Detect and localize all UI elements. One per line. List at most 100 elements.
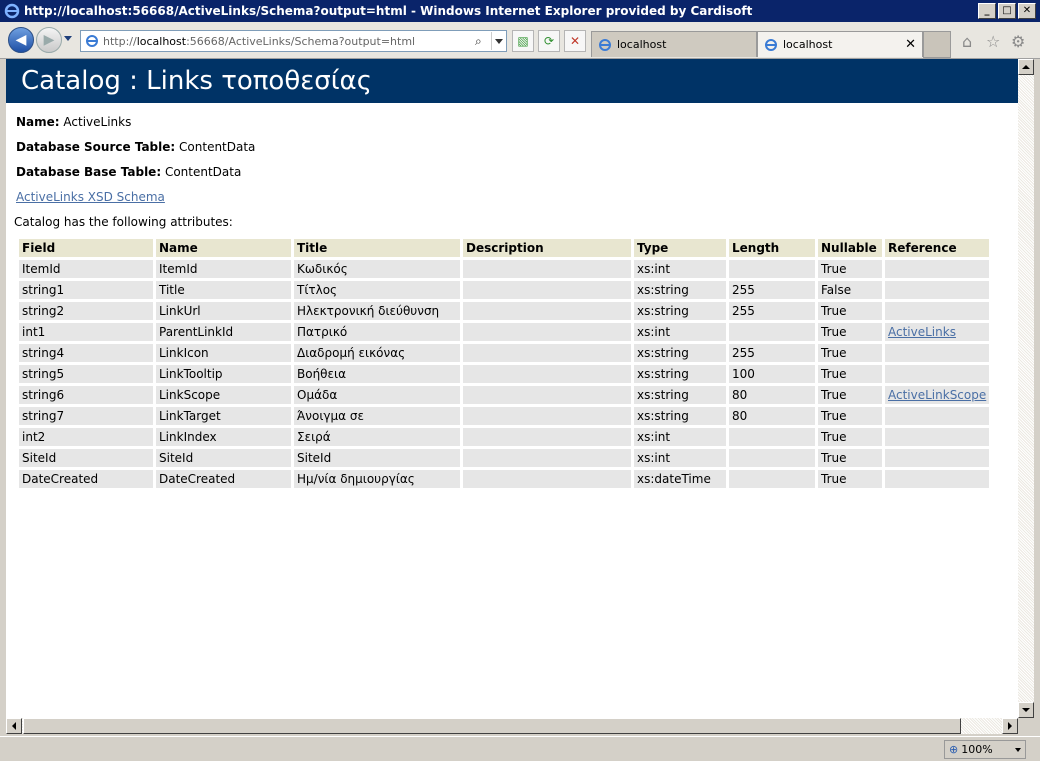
cell-field: string2: [19, 302, 153, 320]
horizontal-scroll-thumb[interactable]: [23, 718, 961, 734]
cell-type: xs:dateTime: [634, 470, 726, 488]
header-length: Length: [729, 239, 815, 257]
cell-type: xs:string: [634, 365, 726, 383]
refresh-button[interactable]: ⟳: [538, 30, 560, 52]
name-label: Name:: [16, 115, 60, 129]
page-content: Name: ActiveLinks Database Source Table:…: [6, 115, 1018, 491]
home-icon[interactable]: ⌂: [962, 32, 972, 51]
cell-nullable: False: [818, 281, 882, 299]
arrow-down-icon: [1022, 708, 1030, 712]
table-row: string6 LinkScope Ομάδα xs:string 80 Tru…: [19, 386, 990, 404]
cell-name: ItemId: [156, 260, 291, 278]
cell-nullable: True: [818, 407, 882, 425]
cell-title: Σειρά: [294, 428, 460, 446]
favorites-star-icon[interactable]: ☆: [986, 32, 1000, 51]
page-header: Catalog : Links τοποθεσίας: [6, 59, 1018, 103]
horizontal-scrollbar[interactable]: [6, 718, 1018, 734]
header-name: Name: [156, 239, 291, 257]
back-arrow-icon: ◀: [15, 32, 27, 48]
cell-length: 80: [729, 407, 815, 425]
table-row: string5 LinkTooltip Βοήθεια xs:string 10…: [19, 365, 990, 383]
table-row: DateCreated DateCreated Ημ/νία δημιουργί…: [19, 470, 990, 488]
cell-name: LinkIndex: [156, 428, 291, 446]
cell-title: Ηλεκτρονική διεύθυνση: [294, 302, 460, 320]
zoom-magnifier-icon: ⊕: [949, 743, 959, 756]
cell-reference: [885, 344, 990, 362]
address-url[interactable]: http://localhost:56668/ActiveLinks/Schem…: [103, 35, 475, 48]
zoom-control[interactable]: ⊕ 100%: [944, 740, 1026, 759]
attributes-table: Field Name Title Description Type Length…: [16, 236, 992, 491]
scroll-up-button[interactable]: [1018, 59, 1034, 75]
header-title: Title: [294, 239, 460, 257]
compatibility-icon: ▧: [517, 34, 529, 48]
maximize-button[interactable]: □: [998, 3, 1016, 19]
reference-link[interactable]: ActiveLinks: [888, 325, 956, 339]
page-icon: [86, 35, 98, 47]
scroll-down-button[interactable]: [1018, 702, 1034, 718]
tab-localhost-1[interactable]: localhost: [591, 31, 757, 57]
status-bar: ⊕ 100%: [0, 736, 1040, 761]
table-row: ItemId ItemId Κωδικός xs:int True: [19, 260, 990, 278]
tab-label: localhost: [617, 38, 667, 51]
close-tab-icon[interactable]: ✕: [905, 37, 916, 52]
compatibility-view-button[interactable]: ▧: [512, 30, 534, 52]
cell-field: int2: [19, 428, 153, 446]
tools-gear-icon[interactable]: ⚙: [1011, 32, 1025, 51]
cell-type: xs:string: [634, 386, 726, 404]
cell-reference: [885, 407, 990, 425]
base-table-property: Database Base Table: ContentData: [16, 165, 1018, 179]
scroll-right-button[interactable]: [1002, 718, 1018, 734]
arrow-up-icon: [1022, 65, 1030, 69]
table-row: string7 LinkTarget Άνοιγμα σε xs:string …: [19, 407, 990, 425]
scroll-left-button[interactable]: [6, 718, 22, 734]
history-dropdown-icon[interactable]: [64, 36, 72, 41]
close-window-button[interactable]: ✕: [1018, 3, 1036, 19]
attributes-intro: Catalog has the following attributes:: [14, 215, 233, 229]
forward-button[interactable]: ▶: [36, 27, 62, 53]
cell-field: string1: [19, 281, 153, 299]
cell-field: DateCreated: [19, 470, 153, 488]
tab-localhost-2[interactable]: localhost ✕: [757, 31, 923, 57]
cell-nullable: True: [818, 428, 882, 446]
cell-name: SiteId: [156, 449, 291, 467]
new-tab-button[interactable]: [923, 31, 951, 58]
zoom-dropdown-icon[interactable]: [1015, 747, 1021, 752]
xsd-schema-link[interactable]: ActiveLinks XSD Schema: [16, 191, 1018, 203]
cell-field: string5: [19, 365, 153, 383]
search-icon[interactable]: ⌕: [475, 34, 489, 49]
address-bar[interactable]: http://localhost:56668/ActiveLinks/Schem…: [80, 30, 507, 52]
cell-description: [463, 302, 631, 320]
cell-nullable: True: [818, 260, 882, 278]
cell-title: Διαδρομή εικόνας: [294, 344, 460, 362]
stop-button[interactable]: ✕: [564, 30, 586, 52]
table-row: string2 LinkUrl Ηλεκτρονική διεύθυνση xs…: [19, 302, 990, 320]
source-table-property: Database Source Table: ContentData: [16, 141, 1018, 153]
cell-reference: ActiveLinkScope: [885, 386, 990, 404]
cell-length: [729, 449, 815, 467]
cell-nullable: True: [818, 344, 882, 362]
ie-tab-icon: [599, 38, 611, 51]
table-header-row: Field Name Title Description Type Length…: [19, 239, 990, 257]
cell-title: Πατρικό: [294, 323, 460, 341]
reference-link[interactable]: ActiveLinkScope: [888, 388, 986, 402]
ie-tab-icon: [765, 38, 777, 51]
cell-field: SiteId: [19, 449, 153, 467]
cell-length: [729, 470, 815, 488]
back-button[interactable]: ◀: [8, 27, 34, 53]
cell-description: [463, 323, 631, 341]
stop-icon: ✕: [569, 34, 581, 48]
cell-description: [463, 428, 631, 446]
cell-title: Ημ/νία δημιουργίας: [294, 470, 460, 488]
cell-name: LinkIcon: [156, 344, 291, 362]
base-table-value: ContentData: [164, 165, 242, 179]
cell-length: 255: [729, 281, 815, 299]
cell-description: [463, 260, 631, 278]
address-dropdown[interactable]: [491, 32, 506, 50]
cell-name: ParentLinkId: [156, 323, 291, 341]
cell-nullable: True: [818, 323, 882, 341]
minimize-button[interactable]: _: [978, 3, 996, 19]
cell-length: 80: [729, 386, 815, 404]
cell-description: [463, 281, 631, 299]
table-row: SiteId SiteId SiteId xs:int True: [19, 449, 990, 467]
vertical-scrollbar[interactable]: [1018, 59, 1034, 718]
